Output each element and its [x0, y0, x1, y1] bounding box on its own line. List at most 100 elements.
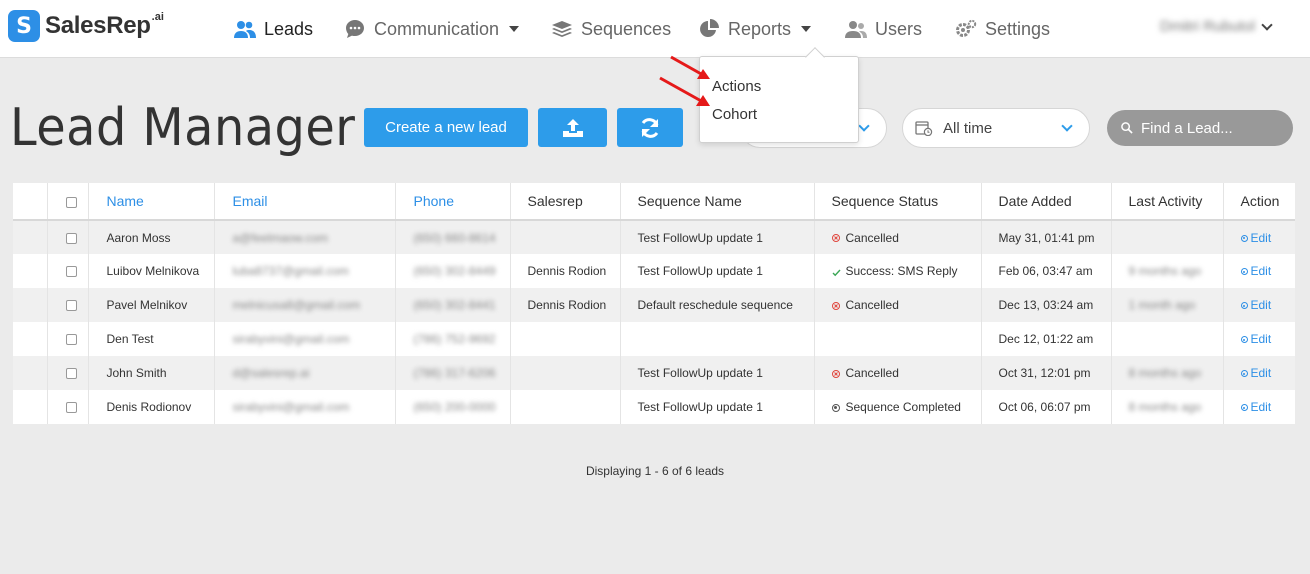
lead-name[interactable]: Luibov Melnikova [87, 254, 214, 288]
lead-last-activity-value: 9 months ago [1128, 264, 1202, 278]
lead-last-activity-value: 1 month ago [1128, 298, 1196, 312]
nav-users-label: Users [875, 18, 923, 39]
row-select-cell [46, 390, 88, 424]
date-filter-select[interactable]: All time [902, 108, 1090, 148]
select-all-checkbox[interactable] [65, 196, 77, 208]
table-row[interactable]: John Smith d@salesrep.ai (786) 317-6206 Tes… [13, 356, 1295, 390]
lead-last-activity: 9 months ago [1110, 254, 1223, 288]
lead-status: Cancelled [813, 356, 981, 390]
lead-search-input[interactable]: Find a Lead... [1107, 110, 1293, 146]
calendar-clock-icon [915, 121, 933, 136]
lead-name[interactable]: Aaron Moss [87, 220, 214, 254]
search-placeholder: Find a Lead... [1141, 119, 1233, 137]
lead-name[interactable]: Den Test [87, 322, 214, 356]
gear-icon [955, 19, 977, 39]
col-last-activity: Last Activity [1110, 183, 1223, 221]
pager-mid: of [668, 464, 686, 478]
col-sequence-status: Sequence Status [813, 183, 981, 221]
user-menu[interactable]: Dmitri Rubutol [1160, 18, 1273, 35]
upload-button[interactable] [538, 108, 607, 147]
nav-reports-label: Reports [728, 18, 792, 39]
upload-icon [562, 118, 583, 137]
table-row[interactable]: Den Test sirabyvini@gmail.com (786) 752-96… [13, 322, 1295, 356]
chevron-down-icon [858, 120, 870, 132]
table-header-row: Name Email Phone Salesrep Sequence Name … [13, 183, 1295, 221]
col-email[interactable]: Email [213, 183, 395, 221]
edit-link[interactable]: Edit [1222, 288, 1295, 322]
edit-label: Edit [1250, 400, 1272, 414]
lead-name[interactable]: Denis Rodionov [87, 390, 214, 424]
edit-link[interactable]: Edit [1222, 322, 1295, 356]
row-checkbox[interactable] [65, 368, 77, 380]
nav-communication-label: Communication [374, 18, 500, 39]
lead-status: Cancelled [813, 288, 981, 322]
lead-sequence: Default reschedule sequence [619, 288, 814, 322]
pie-chart-icon [698, 19, 720, 39]
nav-settings-label: Settings [985, 18, 1051, 39]
lead-name[interactable]: Pavel Melnikov [87, 288, 214, 322]
nav-reports[interactable]: Reports [698, 17, 812, 41]
lead-email-value: sirabyvini@gmail.com [232, 400, 350, 414]
row-select-cell [46, 220, 88, 254]
brand-logo[interactable]: S SalesRep .ai [8, 10, 164, 42]
select-all-header [46, 183, 88, 221]
edit-label: Edit [1250, 332, 1272, 346]
row-checkbox[interactable] [65, 334, 77, 346]
lead-email-value: sirabyvini@gmail.com [232, 332, 350, 346]
col-action: Action [1222, 183, 1295, 221]
edit-link[interactable]: Edit [1222, 390, 1295, 424]
layers-icon [551, 19, 573, 39]
lead-salesrep [509, 390, 620, 424]
lead-email: sirabyvini@gmail.com [213, 390, 395, 424]
edit-icon [1240, 336, 1248, 344]
lead-last-activity [1110, 220, 1223, 254]
nav-leads[interactable]: Leads [234, 17, 313, 41]
nav-settings[interactable]: Settings [955, 17, 1050, 41]
cancel-circle-icon [831, 301, 840, 310]
lead-salesrep: Dennis Rodion [509, 254, 620, 288]
table-row[interactable]: Denis Rodionov sirabyvini@gmail.com (650) … [13, 390, 1295, 424]
lead-phone-value: (650) 302-8441 [413, 298, 496, 312]
lead-status: Success: SMS Reply [813, 254, 981, 288]
edit-label: Edit [1250, 298, 1272, 312]
lead-sequence: Test FollowUp update 1 [619, 220, 814, 254]
date-filter-value: All time [943, 119, 993, 137]
nav-communication[interactable]: Communication [344, 17, 520, 41]
table-row[interactable]: Luibov Melnikova luba8737@gmail.com (650) … [13, 254, 1295, 288]
row-handle [13, 288, 47, 322]
lead-sequence: Test FollowUp update 1 [619, 390, 814, 424]
table-row[interactable]: Pavel Melnikov melnicusa8@gmail.com (650) … [13, 288, 1295, 322]
row-checkbox[interactable] [65, 232, 77, 244]
lead-status-text: Sequence Completed [845, 400, 961, 414]
edit-icon [1240, 268, 1248, 276]
lead-date-added: Oct 06, 06:07 pm [980, 390, 1111, 424]
pagination-summary: Displaying 1 - 6 of 6 leads [0, 464, 1310, 478]
col-sequence-name: Sequence Name [619, 183, 814, 221]
row-checkbox[interactable] [65, 402, 77, 414]
lead-name[interactable]: John Smith [87, 356, 214, 390]
lead-phone-value: (650) 302-8449 [413, 264, 496, 278]
col-salesrep: Salesrep [509, 183, 620, 221]
row-handle [13, 322, 47, 356]
nav-sequences-label: Sequences [581, 18, 672, 39]
table-row[interactable]: Aaron Moss a@feelmaow.com (650) 660-8614 Te… [13, 220, 1295, 254]
row-handle [13, 356, 47, 390]
col-phone[interactable]: Phone [394, 183, 510, 221]
edit-link[interactable]: Edit [1222, 220, 1295, 254]
edit-link[interactable]: Edit [1222, 356, 1295, 390]
row-checkbox[interactable] [65, 266, 77, 278]
nav-sequences[interactable]: Sequences [551, 17, 671, 41]
logo-mark: S [8, 10, 40, 42]
row-checkbox[interactable] [65, 300, 77, 312]
pager-prefix: Displaying [585, 464, 645, 478]
col-date-added: Date Added [980, 183, 1111, 221]
annotation-arrows [659, 55, 710, 106]
pager-suffix: leads [692, 464, 725, 478]
nav-leads-label: Leads [264, 18, 314, 39]
lead-status-text: Cancelled [845, 298, 899, 312]
nav-users[interactable]: Users [845, 17, 922, 41]
create-lead-button[interactable]: Create a new lead [364, 108, 528, 147]
lead-phone-value: (786) 317-6206 [413, 366, 496, 380]
edit-link[interactable]: Edit [1222, 254, 1295, 288]
col-name[interactable]: Name [87, 183, 214, 221]
